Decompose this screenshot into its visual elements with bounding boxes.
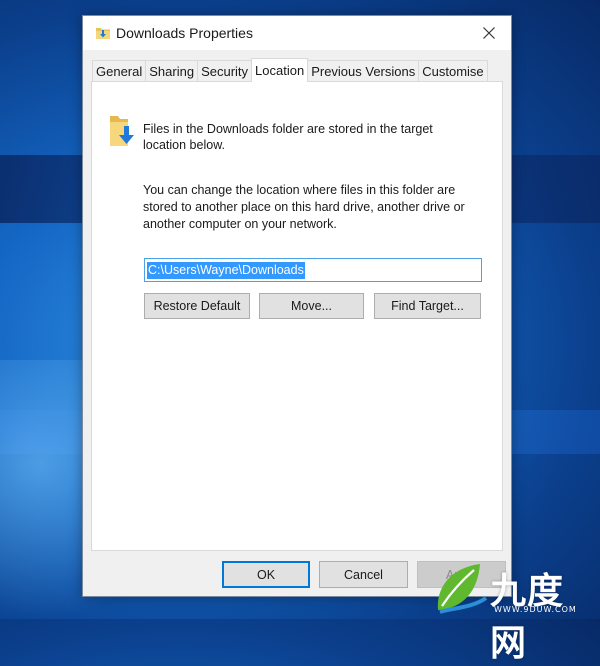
tab-strip: General Sharing Security Location Previo… [92, 58, 488, 82]
downloads-folder-icon [96, 28, 110, 39]
tab-security[interactable]: Security [197, 60, 253, 82]
site-watermark: 九度网 WWW.9DUW.COM [432, 556, 600, 664]
restore-default-button[interactable]: Restore Default [144, 293, 250, 319]
close-button[interactable] [467, 16, 511, 50]
cancel-button[interactable]: Cancel [319, 561, 408, 588]
title-bar[interactable]: Downloads Properties [83, 16, 511, 50]
tab-general[interactable]: General [92, 60, 147, 82]
watermark-url: WWW.9DUW.COM [494, 605, 577, 614]
tab-sharing[interactable]: Sharing [145, 60, 199, 82]
ok-button[interactable]: OK [222, 561, 310, 588]
target-path-value: C:\Users\Wayne\Downloads [147, 261, 305, 279]
tab-location[interactable]: Location [251, 58, 309, 82]
target-path-input[interactable]: C:\Users\Wayne\Downloads [144, 258, 482, 282]
close-icon [483, 27, 495, 39]
location-description: Files in the Downloads folder are stored… [143, 122, 433, 152]
leaf-logo-icon [437, 564, 488, 614]
window-title: Downloads Properties [116, 25, 253, 41]
move-button[interactable]: Move... [259, 293, 364, 319]
tab-customise[interactable]: Customise [418, 60, 488, 82]
watermark-text: 九度网 [490, 571, 565, 664]
change-location-text: You can change the location where files … [143, 183, 465, 231]
properties-dialog: Downloads Properties General Sharing Sec… [82, 15, 512, 597]
downloads-folder-icon [110, 116, 134, 146]
location-tab-panel: Files in the Downloads folder are stored… [91, 81, 503, 551]
tab-previous-versions[interactable]: Previous Versions [307, 60, 420, 82]
find-target-button[interactable]: Find Target... [374, 293, 481, 319]
